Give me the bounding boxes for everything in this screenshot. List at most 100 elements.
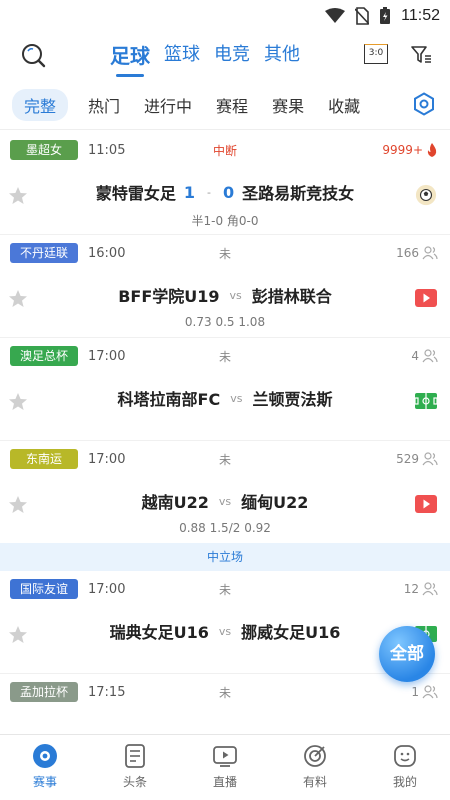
nav-label: 直播 bbox=[212, 775, 237, 789]
league-badge[interactable]: 孟加拉杯 bbox=[10, 682, 79, 702]
count-value: 4 bbox=[411, 349, 419, 363]
nav-label: 赛事 bbox=[32, 775, 57, 789]
scoreboard-icon[interactable]: 3:0 bbox=[364, 44, 388, 64]
match-header: 墨超女 11:05 中断 9999+ bbox=[0, 132, 450, 168]
fire-icon bbox=[427, 143, 437, 157]
match-list: 墨超女 11:05 中断 9999+ 蒙特雷女足 1 - 0 圣路易斯竞技女 半… bbox=[0, 132, 450, 710]
league-badge[interactable]: 澳足总杯 bbox=[10, 346, 79, 366]
nav-events[interactable]: 赛事 bbox=[0, 735, 90, 800]
home-team: 越南U22 bbox=[141, 493, 209, 512]
match-row[interactable]: 科塔拉南部FC vs 兰顿贾法斯 bbox=[0, 374, 450, 440]
home-team: BFF学院U19 bbox=[118, 287, 220, 306]
vs-label: vs bbox=[230, 391, 243, 405]
tab-results[interactable]: 赛果 bbox=[272, 93, 304, 117]
tab-basketball[interactable]: 篮球 bbox=[164, 40, 200, 75]
users-icon bbox=[422, 582, 438, 596]
users-icon bbox=[422, 349, 438, 363]
follower-count: 4 bbox=[411, 349, 438, 363]
nav-label: 我的 bbox=[392, 775, 417, 789]
home-team: 蒙特雷女足 bbox=[95, 184, 176, 203]
vs-label: vs bbox=[218, 624, 232, 638]
nav-live[interactable]: 直播 bbox=[180, 735, 270, 800]
match-header: 国际友谊 17:00 未 12 bbox=[0, 571, 450, 607]
match-row[interactable]: 蒙特雷女足 1 - 0 圣路易斯竞技女 半1-0 角0-0 bbox=[0, 168, 450, 234]
follower-count: 1 bbox=[411, 685, 438, 699]
status-bar: 11:52 bbox=[0, 0, 450, 32]
away-team: 彭措林联合 bbox=[251, 287, 332, 306]
filter-tabs: 完整 热门 进行中 赛程 赛果 收藏 bbox=[0, 80, 450, 130]
count-value: 166 bbox=[396, 246, 419, 260]
count-value: 12 bbox=[403, 582, 419, 596]
match-row[interactable]: BFF学院U19 vs 彭措林联合 0.73 0.5 1.08 bbox=[0, 271, 450, 337]
follower-count: 166 bbox=[396, 246, 438, 260]
score-separator: - bbox=[207, 185, 211, 199]
kickoff-time: 11:05 bbox=[88, 142, 126, 158]
tab-other[interactable]: 其他 bbox=[264, 40, 300, 75]
video-icon[interactable] bbox=[414, 287, 438, 309]
battery-icon bbox=[380, 7, 391, 24]
clock: 11:52 bbox=[401, 7, 440, 24]
target-icon bbox=[304, 745, 326, 767]
away-team: 兰顿贾法斯 bbox=[252, 390, 333, 409]
nav-label: 头条 bbox=[122, 775, 147, 789]
kickoff-time: 16:00 bbox=[88, 245, 126, 261]
users-icon bbox=[422, 246, 438, 260]
profile-face-icon bbox=[394, 745, 416, 767]
league-badge[interactable]: 国际友谊 bbox=[10, 579, 79, 599]
away-team: 挪威女足U16 bbox=[241, 623, 341, 642]
users-icon bbox=[422, 452, 438, 466]
nav-headlines[interactable]: 头条 bbox=[90, 735, 180, 800]
kickoff-time: 17:00 bbox=[88, 451, 126, 467]
video-icon[interactable] bbox=[414, 493, 438, 515]
gear-icon[interactable] bbox=[412, 92, 436, 116]
nav-profile[interactable]: 我的 bbox=[360, 735, 450, 800]
tab-all[interactable]: 完整 bbox=[12, 88, 69, 121]
no-sim-icon bbox=[355, 7, 370, 25]
home-team: 科塔拉南部FC bbox=[117, 390, 221, 409]
league-badge[interactable]: 墨超女 bbox=[10, 140, 78, 160]
app-screen: 11:52 足球 篮球 电竞 其他 3:0 完整 热门 进行中 赛程 赛果 收藏… bbox=[0, 0, 450, 800]
tab-schedule[interactable]: 赛程 bbox=[216, 93, 248, 117]
league-badge[interactable]: 东南运 bbox=[10, 449, 78, 469]
search-icon[interactable] bbox=[20, 42, 46, 68]
neutral-venue-banner: 中立场 bbox=[0, 543, 450, 571]
half-corner-info: 半1-0 角0-0 bbox=[191, 214, 259, 228]
away-score: 0 bbox=[222, 182, 235, 202]
tab-hot[interactable]: 热门 bbox=[88, 93, 120, 117]
all-matches-fab[interactable]: 全部 bbox=[379, 626, 435, 682]
tab-esports[interactable]: 电竞 bbox=[214, 40, 250, 75]
tab-football[interactable]: 足球 bbox=[110, 40, 150, 77]
match-header: 澳足总杯 17:00 未 4 bbox=[0, 338, 450, 374]
teams: 蒙特雷女足 1 - 0 圣路易斯竞技女 bbox=[0, 180, 450, 204]
teams: 越南U22 vs 缅甸U22 bbox=[0, 489, 450, 513]
away-team: 缅甸U22 bbox=[241, 493, 309, 512]
teams: BFF学院U19 vs 彭措林联合 bbox=[0, 283, 450, 307]
follower-count: 529 bbox=[396, 452, 438, 466]
vs-label: vs bbox=[218, 494, 232, 508]
filter-icon[interactable] bbox=[410, 44, 432, 66]
kickoff-time: 17:00 bbox=[88, 581, 126, 597]
odds: 0.88 1.5/2 0.92 bbox=[179, 521, 271, 535]
home-team: 瑞典女足U16 bbox=[109, 623, 209, 642]
users-icon bbox=[422, 685, 438, 699]
league-badge[interactable]: 不丹廷联 bbox=[10, 243, 79, 263]
sport-tabs: 足球 篮球 电竞 其他 bbox=[110, 40, 300, 77]
tab-favorites[interactable]: 收藏 bbox=[328, 93, 360, 117]
match-row[interactable]: 越南U22 vs 缅甸U22 0.88 1.5/2 0.92 bbox=[0, 477, 450, 543]
kickoff-time: 17:00 bbox=[88, 348, 126, 364]
document-icon bbox=[125, 744, 145, 768]
tab-live[interactable]: 进行中 bbox=[144, 93, 192, 117]
home-score: 1 bbox=[183, 182, 195, 202]
count-value: 1 bbox=[411, 685, 419, 699]
match-header: 孟加拉杯 17:15 未 1 bbox=[0, 674, 450, 710]
teams: 科塔拉南部FC vs 兰顿贾法斯 bbox=[0, 386, 450, 410]
pitch-animation-icon[interactable] bbox=[414, 390, 438, 412]
nav-insights[interactable]: 有料 bbox=[270, 735, 360, 800]
vs-label: vs bbox=[229, 288, 242, 302]
animation-icon[interactable] bbox=[414, 184, 438, 206]
play-screen-icon bbox=[213, 746, 237, 767]
football-icon bbox=[33, 744, 57, 768]
hot-count: 9999+ bbox=[382, 143, 438, 157]
kickoff-time: 17:15 bbox=[88, 684, 126, 700]
odds: 0.73 0.5 1.08 bbox=[184, 315, 266, 329]
